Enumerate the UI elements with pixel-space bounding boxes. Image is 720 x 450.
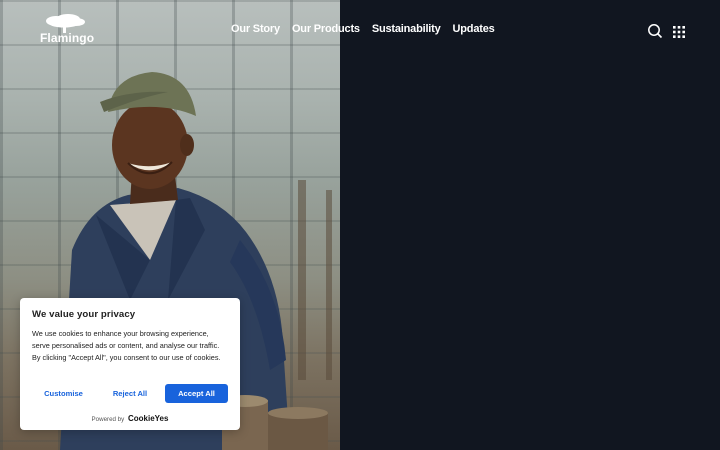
accept-all-button[interactable]: Accept All	[165, 384, 228, 403]
nav-item-sustainability[interactable]: Sustainability	[372, 23, 441, 35]
cookie-consent-banner: We value your privacy We use cookies to …	[20, 298, 240, 430]
brand-name: Flamingo	[40, 31, 95, 45]
cookie-title: We value your privacy	[32, 309, 136, 320]
reject-all-button[interactable]: Reject All	[99, 384, 162, 403]
search-icon[interactable]	[647, 23, 663, 39]
page: Flamingo Our Story Our Products Sustaina…	[0, 0, 720, 450]
brand-logo[interactable]: Flamingo	[38, 14, 94, 48]
grid-menu-icon[interactable]	[673, 25, 689, 41]
site-header: Flamingo Our Story Our Products Sustaina…	[0, 0, 720, 62]
cookieyes-logo[interactable]: CookieYes	[128, 414, 168, 423]
nav-item-our-products[interactable]: Our Products	[292, 23, 360, 35]
customise-button[interactable]: Customise	[32, 384, 95, 403]
powered-by-label: Powered by	[91, 416, 125, 423]
main-nav: Our Story Our Products Sustainability Up…	[231, 23, 495, 35]
nav-item-our-story[interactable]: Our Story	[231, 23, 280, 35]
nav-item-updates[interactable]: Updates	[453, 23, 495, 35]
cookie-actions: Customise Reject All Accept All	[32, 384, 228, 403]
cookie-description: We use cookies to enhance your browsing …	[32, 329, 221, 362]
powered-by: Powered by CookieYes	[20, 414, 240, 423]
